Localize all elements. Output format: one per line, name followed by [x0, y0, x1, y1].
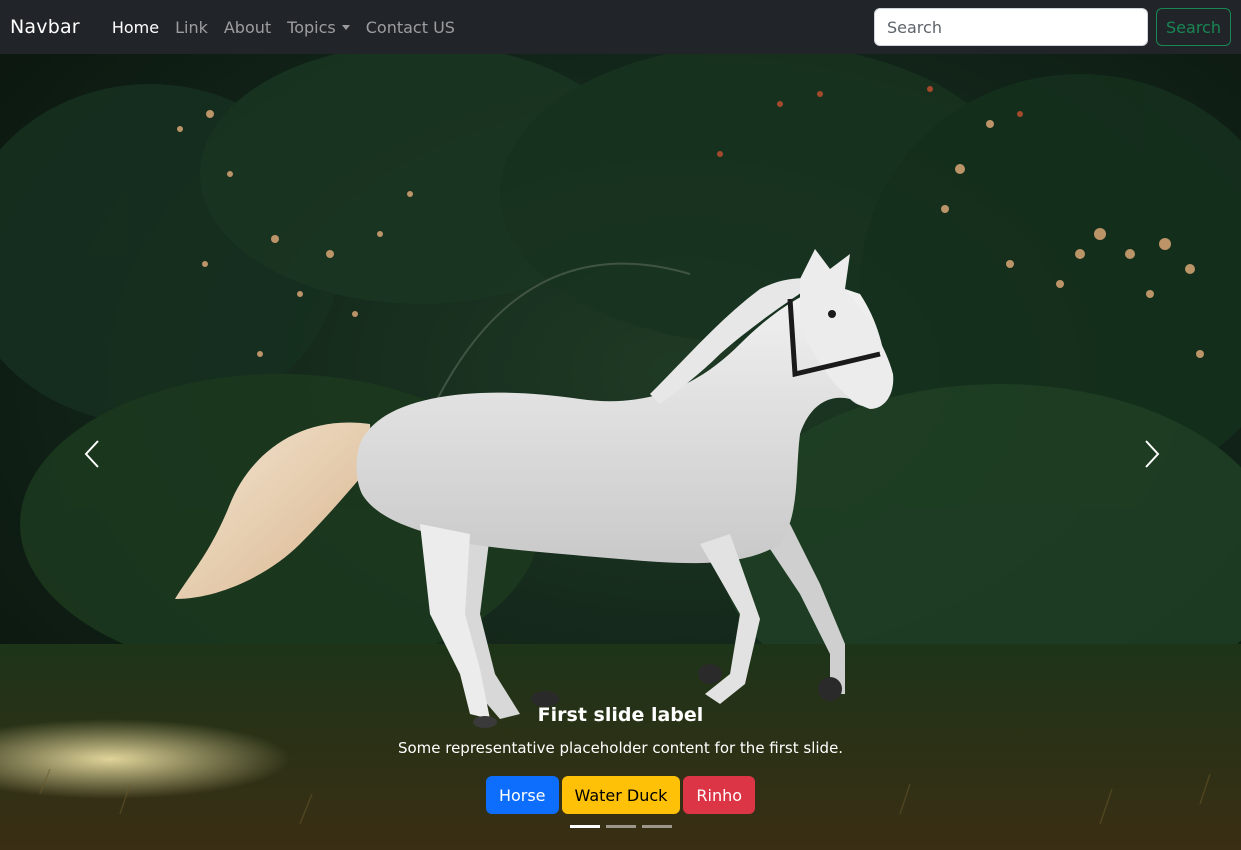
- carousel-indicators: [0, 825, 1241, 828]
- search-form: Search: [874, 8, 1231, 46]
- nav-link-topics-label: Topics: [287, 17, 336, 37]
- carousel-prev-control[interactable]: [72, 434, 112, 474]
- carousel-indicator-3[interactable]: [641, 825, 672, 828]
- nav-link-home[interactable]: Home: [104, 18, 167, 37]
- chevron-right-icon: [1145, 440, 1160, 468]
- carousel-indicator-2[interactable]: [605, 825, 636, 828]
- top-navbar: Navbar Home Link About Topics Contact US…: [0, 0, 1241, 54]
- water-duck-button[interactable]: Water Duck: [561, 776, 681, 814]
- slide-caption-text: Some representative placeholder content …: [397, 739, 844, 757]
- caret-down-icon: [341, 24, 350, 30]
- search-button[interactable]: Search: [1156, 8, 1231, 46]
- carousel-indicator-1[interactable]: [569, 825, 600, 828]
- nav-link-link[interactable]: Link: [167, 18, 216, 37]
- slide-caption-title: First slide label: [537, 704, 704, 726]
- image-carousel: First slide label Some representative pl…: [0, 54, 1241, 850]
- nav-link-contact[interactable]: Contact US: [358, 18, 463, 37]
- rinho-button[interactable]: Rinho: [683, 776, 756, 814]
- search-input[interactable]: [874, 8, 1148, 46]
- nav-link-about[interactable]: About: [216, 18, 279, 37]
- carousel-next-control[interactable]: [1132, 434, 1172, 474]
- slide-button-row: Horse Water Duck Rinho: [0, 776, 1241, 814]
- nav-links: Home Link About Topics Contact US: [104, 18, 463, 37]
- horse-button[interactable]: Horse: [485, 776, 559, 814]
- slide-image-horse: [0, 54, 1241, 850]
- chevron-left-icon: [84, 440, 99, 468]
- navbar-brand[interactable]: Navbar: [10, 16, 80, 38]
- nav-link-topics-dropdown[interactable]: Topics: [279, 18, 358, 37]
